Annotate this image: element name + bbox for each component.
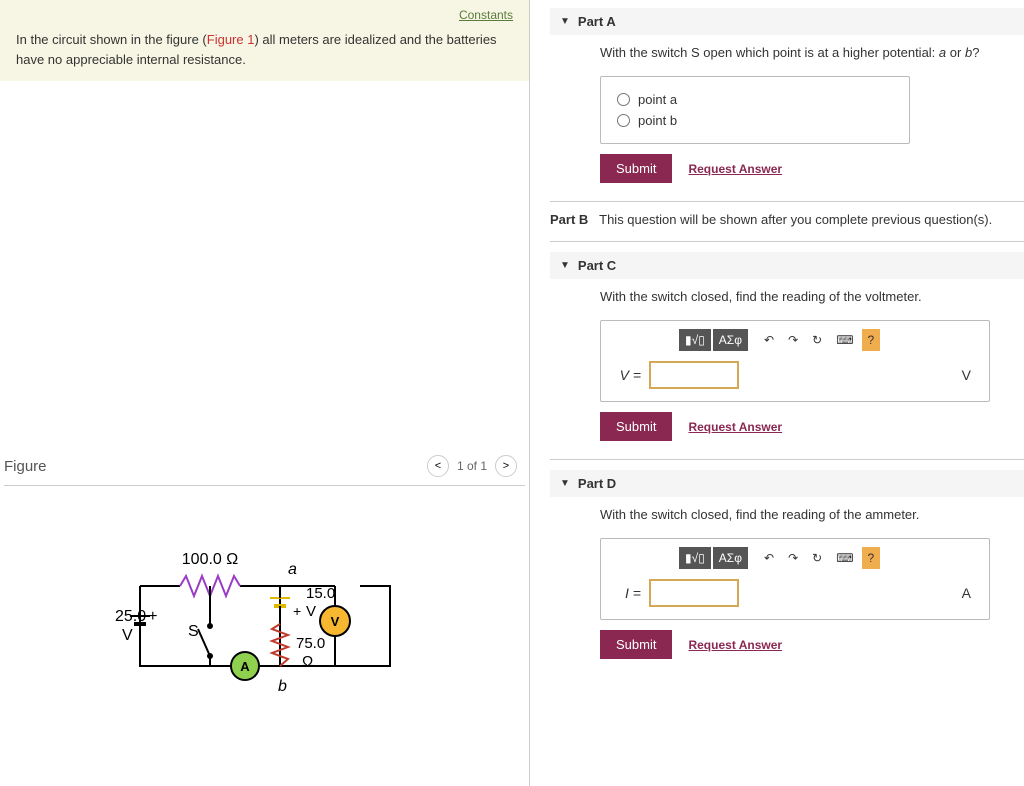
- greek-tool-button[interactable]: ΑΣφ: [713, 329, 748, 351]
- constants-link[interactable]: Constants: [459, 8, 513, 22]
- chevron-down-icon: ▼: [560, 16, 570, 27]
- fraction-tool-button[interactable]: ▮√▯: [679, 547, 711, 569]
- svg-text:b: b: [278, 678, 287, 695]
- keyboard-button[interactable]: ⌨: [830, 547, 859, 569]
- reset-button[interactable]: ↻: [806, 547, 828, 569]
- part-a-header[interactable]: ▼ Part A: [550, 8, 1024, 35]
- request-answer-link[interactable]: Request Answer: [688, 420, 782, 434]
- part-b-locked: Part B This question will be shown after…: [550, 212, 1024, 227]
- chevron-down-icon: ▼: [560, 478, 570, 489]
- submit-button[interactable]: Submit: [600, 630, 672, 659]
- submit-button[interactable]: Submit: [600, 412, 672, 441]
- answer-input[interactable]: [649, 579, 739, 607]
- option-point-a[interactable]: point a: [617, 89, 893, 110]
- chevron-down-icon: ▼: [560, 260, 570, 271]
- keyboard-button[interactable]: ⌨: [830, 329, 859, 351]
- part-a-question: With the switch S open which point is at…: [550, 35, 1024, 70]
- svg-text:25.0+: 25.0+: [115, 608, 157, 625]
- figure-prev-button[interactable]: <: [427, 455, 449, 477]
- svg-text:S: S: [188, 623, 199, 640]
- figure-next-button[interactable]: >: [495, 455, 517, 477]
- unit-label: V: [962, 367, 977, 383]
- svg-text:+: +: [293, 603, 301, 619]
- submit-button[interactable]: Submit: [600, 154, 672, 183]
- undo-button[interactable]: ↶: [758, 329, 780, 351]
- unit-label: A: [962, 585, 977, 601]
- circuit-diagram: 100.0 Ω a 25.0+ V S A: [110, 516, 420, 716]
- svg-text:A: A: [240, 659, 250, 674]
- greek-tool-button[interactable]: ΑΣφ: [713, 547, 748, 569]
- option-point-b[interactable]: point b: [617, 110, 893, 131]
- help-button[interactable]: ?: [862, 547, 881, 569]
- redo-button[interactable]: ↷: [782, 329, 804, 351]
- svg-text:75.0: 75.0: [296, 635, 325, 652]
- redo-button[interactable]: ↷: [782, 547, 804, 569]
- undo-button[interactable]: ↶: [758, 547, 780, 569]
- part-d-question: With the switch closed, find the reading…: [550, 497, 1024, 532]
- svg-text:a: a: [288, 561, 297, 578]
- reset-button[interactable]: ↻: [806, 329, 828, 351]
- svg-text:100.0 Ω: 100.0 Ω: [181, 551, 237, 568]
- part-c-header[interactable]: ▼ Part C: [550, 252, 1024, 279]
- svg-text:Ω: Ω: [302, 653, 313, 670]
- fraction-tool-button[interactable]: ▮√▯: [679, 329, 711, 351]
- request-answer-link[interactable]: Request Answer: [688, 638, 782, 652]
- figure-ref-link[interactable]: Figure 1: [207, 32, 255, 47]
- svg-text:15.0: 15.0: [306, 585, 335, 602]
- figure-count: 1 of 1: [457, 459, 487, 473]
- request-answer-link[interactable]: Request Answer: [688, 162, 782, 176]
- variable-label: I =: [613, 585, 641, 601]
- figure-title: Figure: [4, 458, 47, 475]
- svg-text:V: V: [306, 603, 316, 620]
- problem-statement: In the circuit shown in the figure (Figu…: [16, 30, 513, 69]
- help-button[interactable]: ?: [862, 329, 881, 351]
- svg-text:V: V: [330, 614, 339, 629]
- answer-input[interactable]: [649, 361, 739, 389]
- part-c-question: With the switch closed, find the reading…: [550, 279, 1024, 314]
- variable-label: V =: [613, 367, 641, 383]
- part-d-header[interactable]: ▼ Part D: [550, 470, 1024, 497]
- svg-text:V: V: [122, 627, 133, 644]
